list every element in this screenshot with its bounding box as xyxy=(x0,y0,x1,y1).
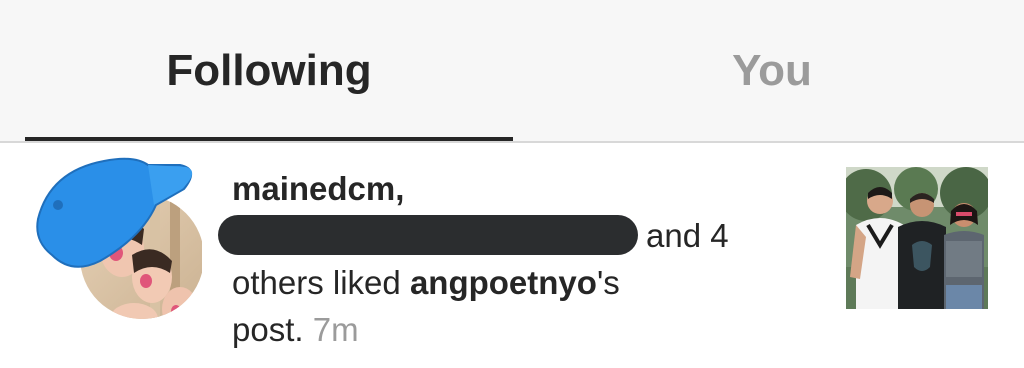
activity-tab-bar: Following You xyxy=(0,0,1024,143)
tab-you-label: You xyxy=(732,45,812,95)
tab-following-label: Following xyxy=(166,45,372,95)
post-thumbnail[interactable] xyxy=(846,167,988,309)
redacted-usernames xyxy=(218,215,638,255)
tab-you[interactable]: You xyxy=(528,0,1016,141)
target-username[interactable]: angpoetnyo xyxy=(410,264,597,301)
tab-following[interactable]: Following xyxy=(25,0,513,141)
user-avatar[interactable] xyxy=(30,149,202,325)
notification-text: mainedcm, and 4 others liked angpoetnyo'… xyxy=(218,165,792,353)
notification-text-part-2: others liked xyxy=(232,264,401,301)
notification-timestamp: 7m xyxy=(312,311,359,348)
active-tab-indicator xyxy=(25,137,513,141)
notification-text-part-3: post. xyxy=(232,311,304,348)
notification-text-part-1: and 4 xyxy=(646,217,729,254)
possessive-suffix: 's xyxy=(596,264,620,301)
actor-username[interactable]: mainedcm, xyxy=(232,170,404,207)
activity-notification-row[interactable]: mainedcm, and 4 others liked angpoetnyo'… xyxy=(0,143,1024,368)
